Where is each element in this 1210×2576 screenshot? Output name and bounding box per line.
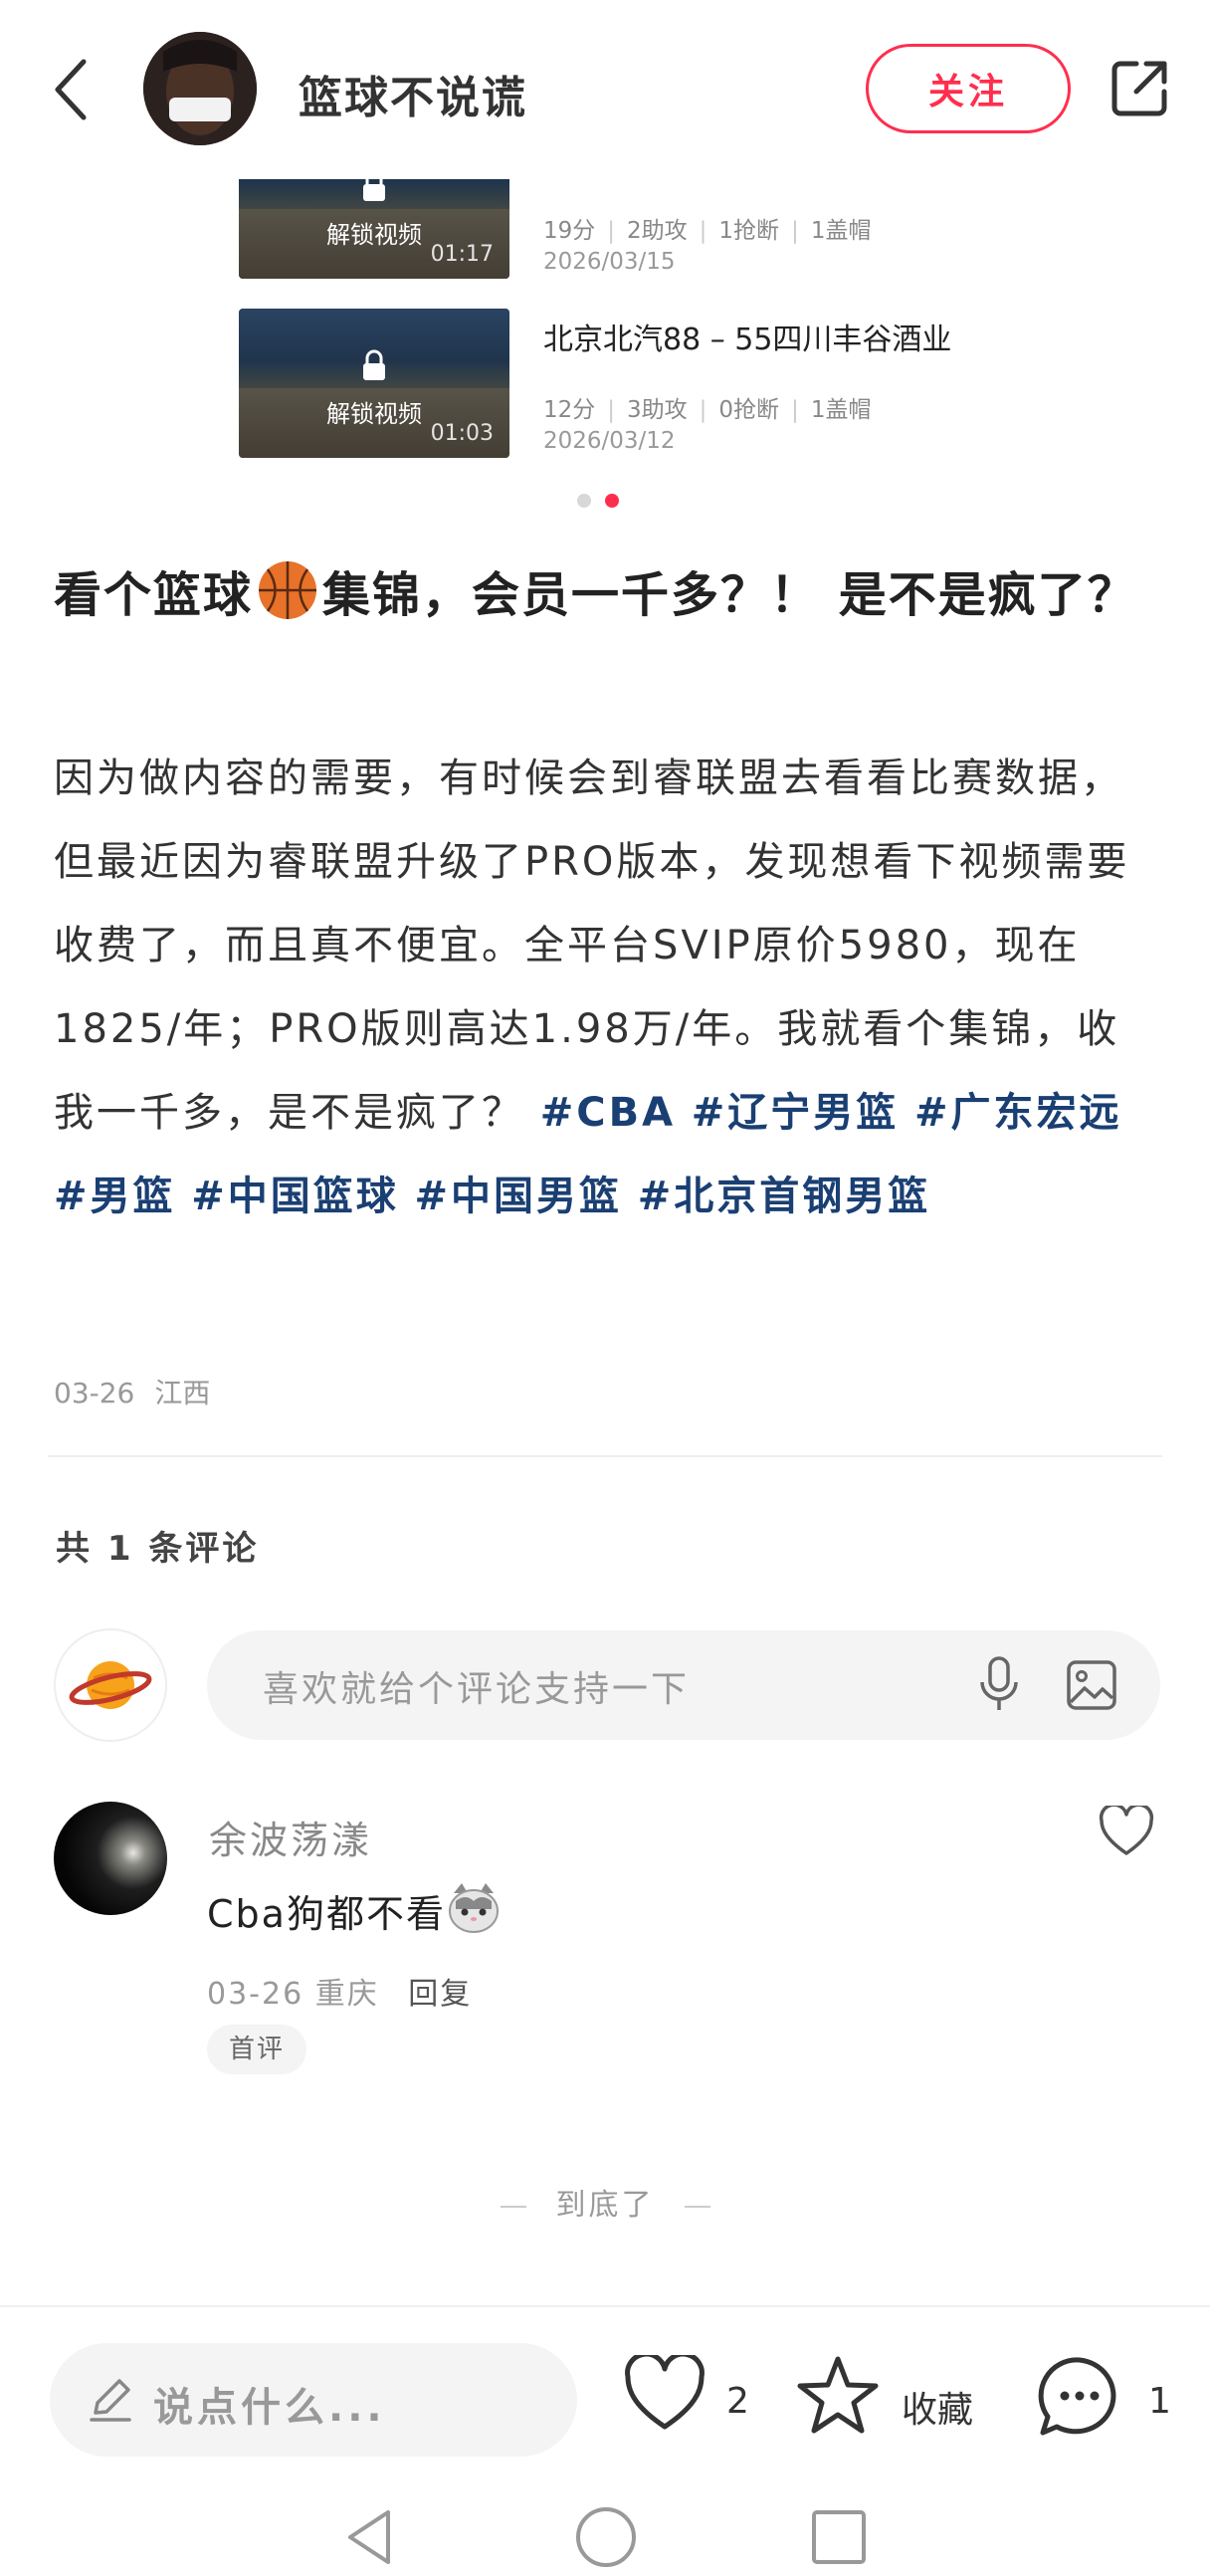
video-duration: 01:03 <box>430 421 494 446</box>
carousel-dot-active[interactable] <box>605 494 619 508</box>
hashtag[interactable]: #中国篮球 <box>191 1174 399 1219</box>
comment-location: 重庆 <box>314 1977 379 2012</box>
nav-back-icon[interactable] <box>338 2504 404 2570</box>
first-comment-badge: 首评 <box>207 2025 307 2074</box>
divider <box>48 1455 1162 1457</box>
post-location: 江西 <box>154 1377 211 1409</box>
post-body: 因为做内容的需要，有时候会到睿联盟去看看比赛数据，但最近因为睿联盟升级了PRO版… <box>54 737 1160 1238</box>
post-body-text: 因为做内容的需要，有时候会到睿联盟去看看比赛数据，但最近因为睿联盟升级了PRO版… <box>54 755 1130 1136</box>
say-something-input[interactable]: 说点什么... <box>50 2343 577 2457</box>
collect-label: 收藏 <box>902 2390 974 2431</box>
lock-icon <box>363 349 385 380</box>
comment-count-bottom: 1 <box>1148 2381 1171 2422</box>
comment-bubble-icon[interactable] <box>1037 2355 1122 2439</box>
carousel-dot[interactable] <box>577 494 591 508</box>
video-thumbnail[interactable]: 解锁视频 01:03 <box>239 309 509 458</box>
video-stats: 19分 | 2助攻 | 1抢断 | 1盖帽 <box>543 218 872 244</box>
basketball-emoji <box>259 561 317 619</box>
back-icon[interactable] <box>48 52 100 127</box>
video-date: 2026/03/12 <box>543 428 676 454</box>
nav-home-icon[interactable] <box>573 2504 639 2570</box>
nav-recents-icon[interactable] <box>806 2504 872 2570</box>
video-date: 2026/03/15 <box>543 249 676 275</box>
post-date: 03-26 <box>54 1377 135 1409</box>
share-icon[interactable] <box>1107 56 1172 121</box>
comment-count: 共 1 条评论 <box>56 1529 260 1569</box>
microphone-icon[interactable] <box>975 1654 1023 1714</box>
system-navigation-bar <box>0 2496 1210 2576</box>
author-avatar[interactable] <box>143 32 257 145</box>
follow-button[interactable]: 关注 <box>866 44 1071 133</box>
video-duration: 01:17 <box>430 242 494 267</box>
hashtag[interactable]: #北京首钢男篮 <box>638 1174 931 1219</box>
video-stats: 12分 | 3助攻 | 0抢断 | 1盖帽 <box>543 397 872 423</box>
comment-date: 03-26 <box>207 1977 304 2012</box>
hashtag[interactable]: #广东宏远 <box>914 1090 1122 1136</box>
like-action[interactable]: 2 <box>623 2355 762 2445</box>
collect-action[interactable]: 收藏 <box>796 2355 995 2445</box>
author-name[interactable]: 篮球不说谎 <box>299 62 527 125</box>
video-item[interactable]: 解锁视频 01:03 北京北汽88 – 55四川丰谷酒业 12分 | 3助攻 | 0抢断… <box>239 309 1134 458</box>
my-avatar[interactable] <box>54 1628 167 1742</box>
post-meta: 03-26 江西 <box>54 1372 210 1411</box>
comment-action[interactable]: 1 <box>1037 2355 1176 2445</box>
image-icon[interactable] <box>1065 1658 1118 1712</box>
star-icon[interactable] <box>796 2355 880 2435</box>
end-of-list: 到底了 <box>0 2180 1210 2224</box>
top-nav-bar: 篮球不说谎 关注 <box>0 0 1210 179</box>
comment-like-icon[interactable] <box>1099 1806 1154 1857</box>
carousel-indicator <box>577 494 637 510</box>
commenter-avatar[interactable] <box>54 1802 167 1915</box>
cat-emoji <box>449 1883 499 1933</box>
comment-text: Cba狗都不看 <box>207 1892 446 1936</box>
commenter-name[interactable]: 余波荡漾 <box>209 1810 372 1864</box>
post-title: 看个篮球 集锦，会员一千多？！ 是不是疯了？ <box>54 551 1168 639</box>
reply-button[interactable]: 回复 <box>408 1977 472 2012</box>
say-something-placeholder: 说点什么... <box>153 2385 386 2431</box>
like-count: 2 <box>726 2381 749 2422</box>
hashtag[interactable]: #中国男篮 <box>414 1174 622 1219</box>
hashtag[interactable]: #辽宁男篮 <box>692 1090 900 1136</box>
hashtag[interactable]: #CBA <box>540 1090 676 1136</box>
comment-input-placeholder: 喜欢就给个评论支持一下 <box>263 1669 691 1710</box>
comment-meta: 03-26 重庆 回复 <box>207 1969 472 2013</box>
video-title[interactable]: 北京北汽88 – 55四川丰谷酒业 <box>543 315 951 358</box>
pen-icon <box>90 2379 131 2422</box>
heart-icon[interactable] <box>623 2355 706 2435</box>
comment-input[interactable]: 喜欢就给个评论支持一下 <box>207 1630 1160 1740</box>
hashtag[interactable]: #男篮 <box>54 1174 176 1219</box>
bottom-action-bar: 说点什么... 2 收藏 1 <box>0 2305 1210 2576</box>
